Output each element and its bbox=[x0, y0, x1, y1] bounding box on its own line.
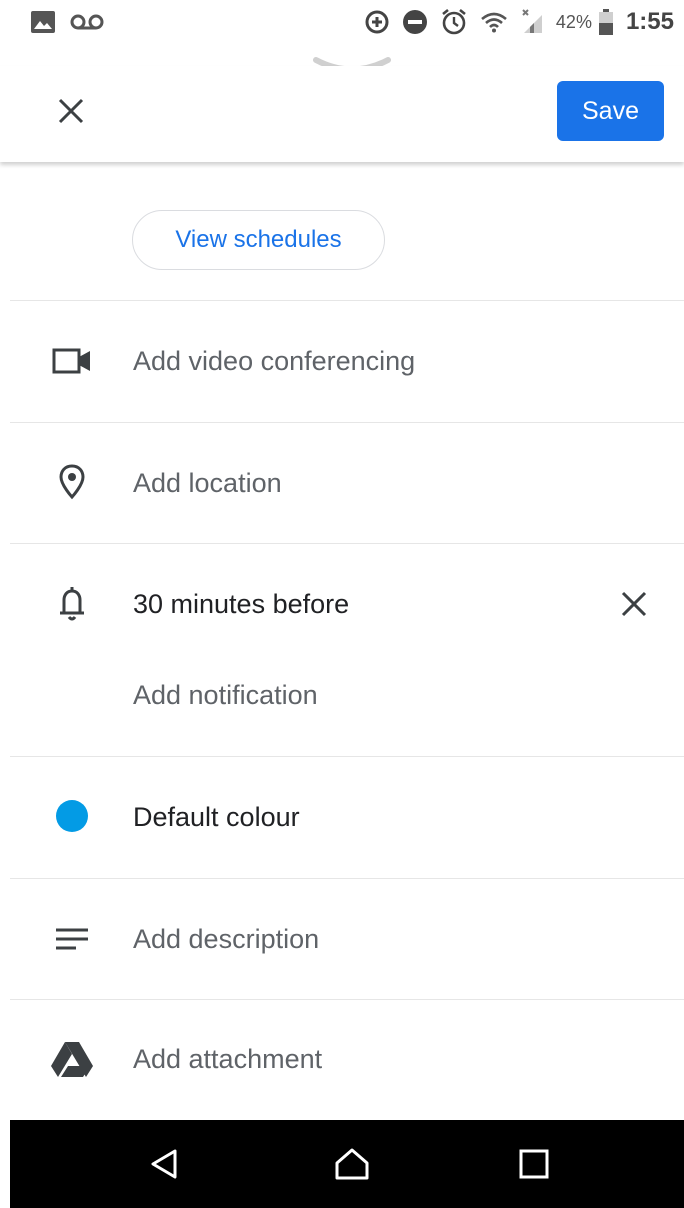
default-colour[interactable]: Default colour bbox=[133, 800, 300, 834]
video-camera-icon bbox=[46, 335, 98, 387]
status-bar-right: 42% 1:55 bbox=[364, 8, 674, 36]
close-icon[interactable] bbox=[50, 90, 92, 132]
home-icon[interactable] bbox=[330, 1142, 374, 1186]
location-pin-icon bbox=[46, 456, 98, 508]
divider bbox=[10, 999, 684, 1000]
divider bbox=[10, 756, 684, 757]
save-button[interactable]: Save bbox=[557, 81, 664, 141]
remove-notification-close-icon[interactable] bbox=[612, 582, 656, 626]
color-dot-icon bbox=[46, 790, 98, 842]
add-notification[interactable]: Add notification bbox=[133, 678, 318, 712]
notification-30-minutes-before[interactable]: 30 minutes before bbox=[133, 587, 349, 621]
divider bbox=[10, 300, 684, 301]
image-icon bbox=[30, 10, 56, 34]
do-not-disturb-icon bbox=[402, 9, 428, 35]
wifi-icon bbox=[480, 11, 508, 33]
add-description[interactable]: Add description bbox=[133, 922, 319, 956]
system-navigation-bar bbox=[10, 1120, 684, 1208]
divider bbox=[10, 422, 684, 423]
notes-icon bbox=[46, 913, 98, 965]
add-attachment[interactable]: Add attachment bbox=[133, 1042, 322, 1076]
view-schedules-button[interactable]: View schedules bbox=[132, 210, 385, 270]
divider bbox=[10, 543, 684, 544]
back-icon[interactable] bbox=[142, 1142, 186, 1186]
battery-icon bbox=[598, 8, 614, 36]
clock-time: 1:55 bbox=[625, 8, 674, 35]
bell-icon bbox=[46, 578, 98, 630]
recents-icon[interactable] bbox=[512, 1142, 556, 1186]
data-saver-icon bbox=[364, 9, 390, 35]
cell-signal-icon bbox=[520, 9, 544, 35]
alarm-icon bbox=[440, 8, 468, 36]
battery-percent: 42% bbox=[555, 11, 592, 32]
add-video-conferencing[interactable]: Add video conferencing bbox=[133, 344, 415, 378]
voicemail-icon bbox=[70, 13, 104, 31]
divider bbox=[10, 878, 684, 879]
status-bar-left bbox=[30, 10, 104, 34]
top-app-bar: Save bbox=[0, 66, 684, 162]
status-bar: 42% 1:55 bbox=[0, 0, 684, 44]
drive-icon bbox=[46, 1033, 98, 1085]
add-location[interactable]: Add location bbox=[133, 466, 282, 500]
